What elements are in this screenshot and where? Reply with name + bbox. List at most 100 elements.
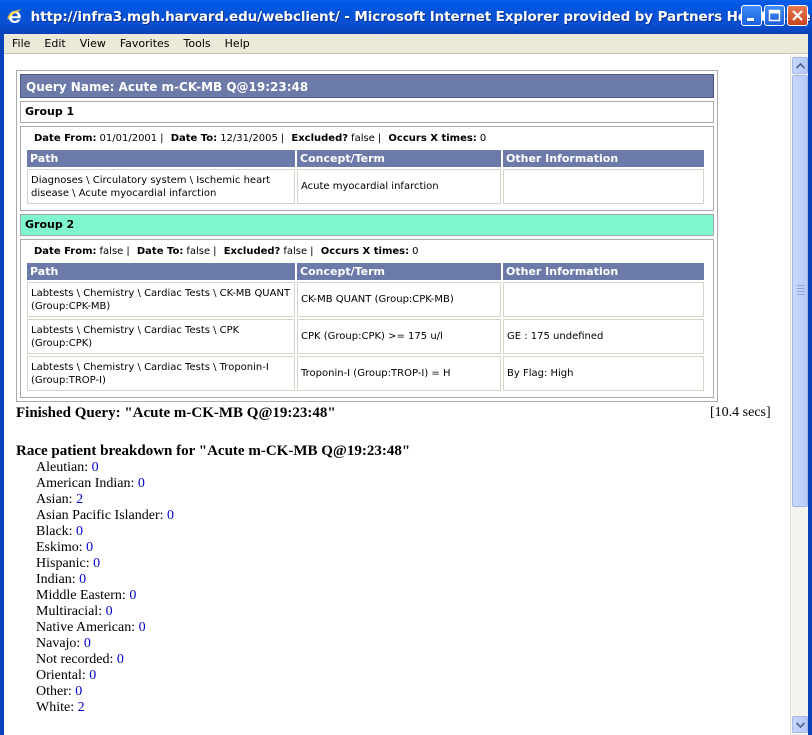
path-cell: Labtests \ Chemistry \ Cardiac Tests \ C… [27, 319, 295, 354]
menu-favorites[interactable]: Favorites [113, 37, 177, 50]
race-row: Eskimo: 0 [36, 540, 174, 556]
concept-cell: Troponin-I (Group:TROP-I) = H [297, 356, 501, 391]
race-row: Native American: 0 [36, 620, 174, 636]
race-row: Aleutian: 0 [36, 460, 174, 476]
group-1-title: Group 1 [20, 101, 714, 123]
race-label: Multiracial: [36, 604, 106, 619]
race-count: 0 [86, 540, 94, 555]
race-label: Eskimo: [36, 540, 87, 555]
race-count: 0 [116, 652, 124, 667]
elapsed-time: [10.4 secs] [710, 405, 771, 420]
race-label: Oriental: [36, 668, 90, 683]
race-row: American Indian: 0 [36, 476, 174, 492]
race-row: Multiracial: 0 [36, 604, 174, 620]
menu-file[interactable]: File [0, 37, 37, 50]
menu-view[interactable]: View [73, 37, 113, 50]
race-label: White: [36, 700, 78, 715]
date-from-value: 01/01/2001 [99, 133, 158, 144]
path-cell: Diagnoses \ Circulatory system \ Ischemi… [27, 169, 295, 204]
race-label: Hispanic: [36, 556, 94, 571]
race-label: Aleutian: [36, 460, 92, 475]
race-count: 0 [167, 508, 175, 523]
race-count: 0 [76, 524, 84, 539]
path-cell: Labtests \ Chemistry \ Cardiac Tests \ C… [27, 282, 295, 317]
scroll-down-icon [795, 721, 805, 728]
race-row: Oriental: 0 [36, 668, 174, 684]
race-label: Native American: [36, 620, 139, 635]
maximize-button[interactable] [764, 5, 785, 26]
race-count: 2 [76, 492, 84, 507]
menu-tools[interactable]: Tools [177, 37, 218, 50]
excluded-label: Excluded? [223, 246, 281, 257]
concept-cell: CPK (Group:CPK) >= 175 u/l [297, 319, 501, 354]
occurs-value: 0 [479, 133, 487, 144]
race-label: Not recorded: [36, 652, 117, 667]
race-label: Asian Pacific Islander: [36, 508, 168, 523]
column-header-path: Path [27, 150, 295, 167]
ie-logo-icon [6, 7, 25, 27]
date-from-label: Date From: [34, 133, 97, 144]
menu-help[interactable]: Help [218, 37, 257, 50]
race-count: 0 [89, 668, 97, 683]
close-button[interactable] [787, 5, 808, 26]
race-row: Other: 0 [36, 684, 174, 700]
race-count: 2 [77, 700, 85, 715]
occurs-value: 0 [412, 246, 419, 257]
race-label: Indian: [36, 572, 80, 587]
group-2-table: Path Concept/Term Other Information Labt… [25, 261, 706, 393]
race-count: 0 [105, 604, 113, 619]
scroll-up-button[interactable] [792, 57, 808, 74]
page-content: Query Name: Acute m-CK-MB Q@19:23:48 Gro… [4, 55, 790, 735]
other-cell [503, 169, 704, 204]
excluded-label: Excluded? [291, 133, 349, 144]
group-2-title: Group 2 [20, 214, 714, 236]
race-row: Indian: 0 [36, 572, 174, 588]
race-count: 0 [137, 476, 145, 491]
scroll-thumb[interactable] [792, 75, 808, 507]
group-1-box: Date From: 01/01/2001 | Date To: 12/31/2005… [20, 126, 714, 211]
window-title: http://infra3.mgh.harvard.edu/webclient/… [30, 9, 812, 25]
concept-cell: CK-MB QUANT (Group:CPK-MB) [297, 282, 501, 317]
concept-cell: Acute myocardial infarction [297, 169, 501, 204]
column-header-other: Other Information [503, 150, 704, 167]
vertical-scrollbar[interactable] [790, 55, 808, 735]
race-count: 0 [79, 572, 87, 587]
query-name-header: Query Name: Acute m-CK-MB Q@19:23:48 [20, 74, 714, 98]
window-border-right [808, 34, 812, 735]
other-cell: By Flag: High [503, 356, 704, 391]
date-from-label: Date From: [34, 246, 97, 257]
race-count: 0 [83, 636, 91, 651]
race-label: Asian: [36, 492, 77, 507]
race-row: Asian Pacific Islander: 0 [36, 508, 174, 524]
minimize-button[interactable] [741, 5, 762, 26]
race-row: Navajo: 0 [36, 636, 174, 652]
race-label: Black: [36, 524, 77, 539]
table-row: Labtests \ Chemistry \ Cardiac Tests \ T… [27, 356, 704, 391]
race-count: 0 [75, 684, 83, 699]
race-label: Navajo: [36, 636, 84, 651]
race-row: Not recorded: 0 [36, 652, 174, 668]
minimize-icon [747, 18, 754, 21]
excluded-value: false [351, 133, 375, 144]
table-row: Labtests \ Chemistry \ Cardiac Tests \ C… [27, 282, 704, 317]
race-row: Hispanic: 0 [36, 556, 174, 572]
date-to-value: false [186, 246, 211, 257]
date-from-value: false [99, 246, 124, 257]
other-cell: GE : 175 undefined [503, 319, 704, 354]
race-count: 0 [129, 588, 137, 603]
column-header-path: Path [27, 263, 295, 280]
window-title-bar[interactable]: http://infra3.mgh.harvard.edu/webclient/… [0, 0, 812, 34]
scroll-down-button[interactable] [792, 716, 808, 733]
race-count: 0 [91, 460, 99, 475]
occurs-label: Occurs X times: [388, 133, 477, 144]
race-count: 0 [138, 620, 146, 635]
close-icon [792, 10, 803, 21]
group-2-meta: Date From: false | Date To: false | Excluded… [34, 246, 419, 257]
race-row: Middle Eastern: 0 [36, 588, 174, 604]
race-count: 0 [93, 556, 101, 571]
column-header-concept: Concept/Term [297, 150, 501, 167]
group-1-table: Path Concept/Term Other Information Diag… [25, 148, 706, 206]
excluded-value: false [283, 246, 308, 257]
maximize-icon [768, 9, 781, 22]
menu-edit[interactable]: Edit [37, 37, 72, 50]
